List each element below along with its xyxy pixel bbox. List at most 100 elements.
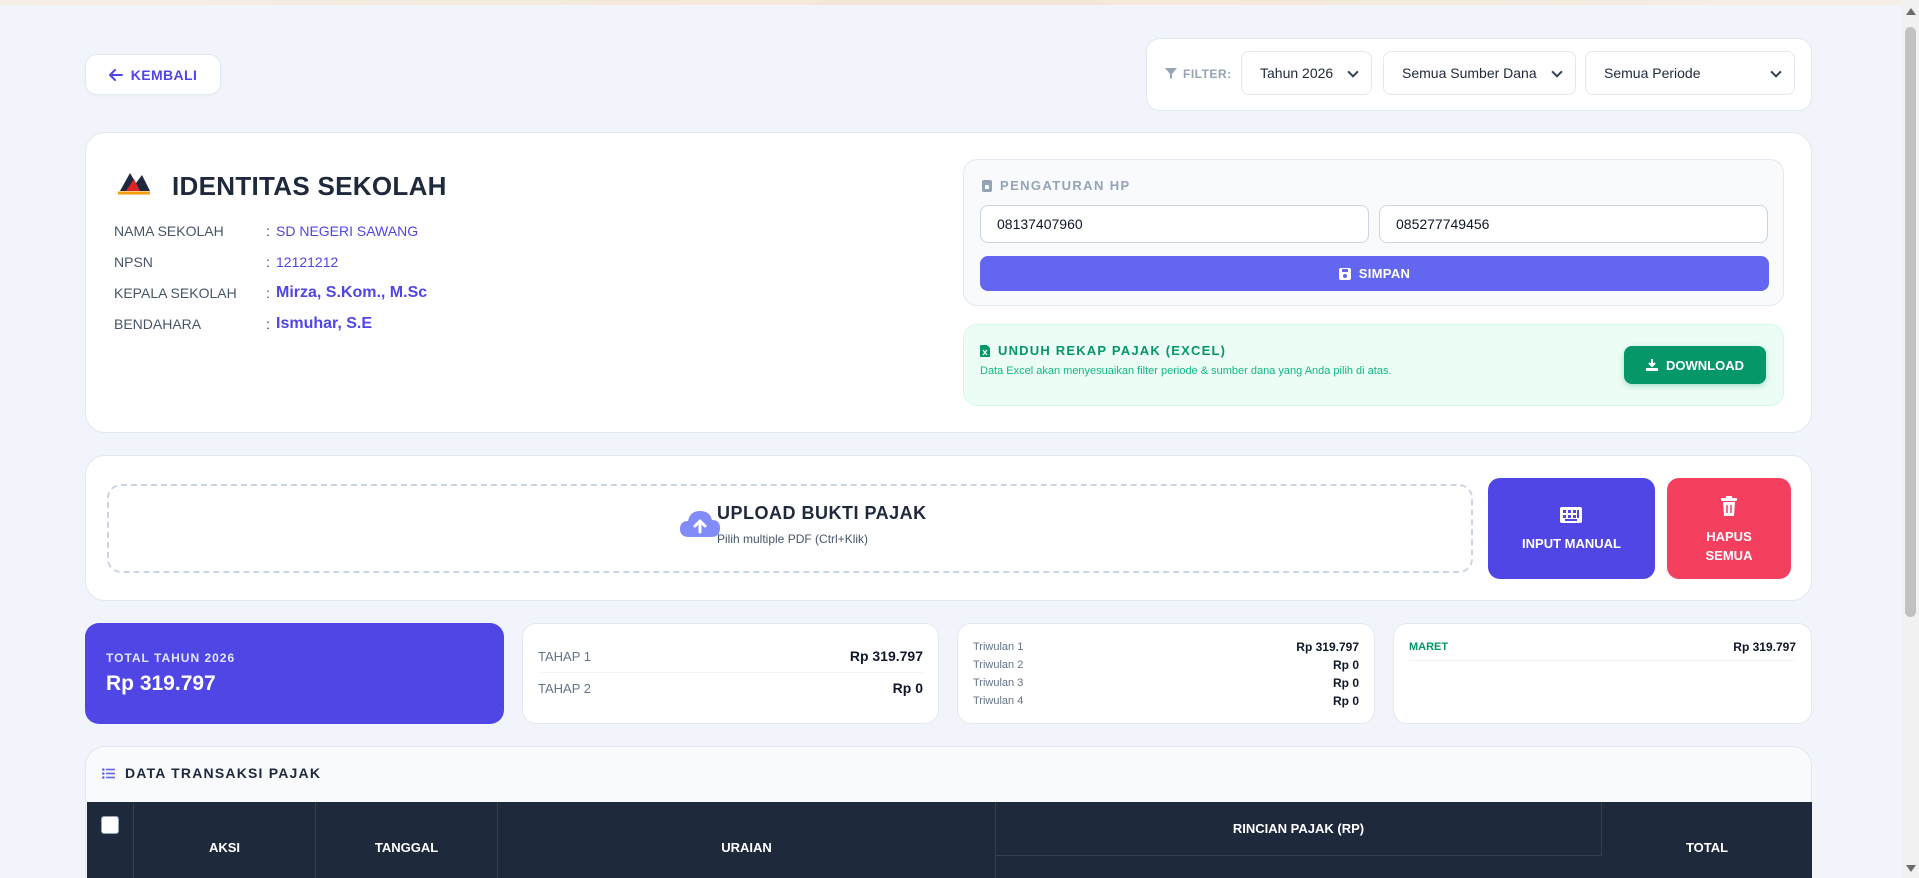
scroll-down-arrow-icon[interactable]	[1906, 865, 1916, 872]
delete-label-line-2: SEMUA	[1705, 548, 1753, 563]
upload-card: UPLOAD BUKTI PAJAK Pilih multiple PDF (C…	[85, 455, 1812, 601]
triwulan-value: Rp 0	[1332, 676, 1359, 690]
info-row-principal: KEPALA SEKOLAH : Mirza, S.Kom., M.Sc	[114, 284, 427, 301]
tahap-summary-card: TAHAP 1 Rp 319.797 TAHAP 2 Rp 0	[522, 623, 939, 724]
download-label: DOWNLOAD	[1666, 357, 1744, 373]
save-button[interactable]: SIMPAN	[980, 256, 1769, 291]
source-select[interactable]: Semua Sumber Dana	[1383, 51, 1576, 95]
identity-card: IDENTITAS SEKOLAH NAMA SEKOLAH : SD NEGE…	[85, 132, 1812, 433]
phone-input-1[interactable]	[980, 205, 1369, 243]
info-row-npsn: NPSN : 12121212	[114, 254, 338, 270]
phone-settings-title: PENGATURAN HP	[1000, 178, 1131, 193]
delete-all-button[interactable]: HAPUS SEMUA	[1667, 478, 1791, 579]
triwulan-label: Triwulan 4	[973, 695, 1024, 707]
floppy-disk-icon	[1338, 267, 1351, 280]
filter-label-wrap: FILTER:	[1165, 67, 1232, 81]
triwulan-value: Rp 0	[1332, 694, 1359, 708]
page-scrollbar[interactable]	[1902, 0, 1919, 878]
info-label: NPSN	[114, 254, 153, 270]
column-header-total: TOTAL	[1685, 839, 1729, 855]
chevron-down-icon	[1770, 66, 1782, 78]
year-select[interactable]: Tahun 2026	[1241, 51, 1372, 95]
phone-input-2[interactable]	[1379, 205, 1768, 243]
info-row-school-name: NAMA SEKOLAH : SD NEGERI SAWANG	[114, 223, 418, 239]
tahap-row: TAHAP 2 Rp 0	[538, 680, 923, 696]
top-accent-line	[0, 0, 1919, 5]
tahap-value: Rp 319.797	[849, 648, 923, 664]
source-select-value: Semua Sumber Dana	[1402, 65, 1537, 81]
info-value: 12121212	[276, 254, 339, 270]
triwulan-row: Triwulan 4 Rp 0	[973, 694, 1359, 708]
info-colon: :	[266, 316, 270, 332]
trash-icon	[1721, 496, 1737, 516]
info-value: Mirza, S.Kom., M.Sc	[276, 284, 428, 301]
tahap-row: TAHAP 1 Rp 319.797	[538, 648, 923, 664]
excel-export-panel: UNDUH REKAP PAJAK (EXCEL) Data Excel aka…	[963, 324, 1784, 406]
info-label: KEPALA SEKOLAH	[114, 285, 237, 301]
tahap-label: TAHAP 2	[538, 680, 591, 696]
info-colon: :	[266, 223, 270, 239]
identity-title: IDENTITAS SEKOLAH	[172, 171, 447, 201]
back-button[interactable]: KEMBALI	[85, 54, 221, 95]
scroll-up-arrow-icon[interactable]	[1906, 8, 1916, 15]
upload-title: UPLOAD BUKTI PAJAK	[717, 503, 927, 523]
triwulan-row: Triwulan 2 Rp 0	[973, 658, 1359, 672]
tahap-value: Rp 0	[892, 680, 923, 696]
save-label: SIMPAN	[1358, 266, 1411, 281]
total-year-label: TOTAL TAHUN 2026	[106, 651, 236, 665]
column-header-tanggal: TANGGAL	[316, 802, 498, 878]
info-value: Ismuhar, S.E	[276, 315, 373, 332]
sim-card-icon	[982, 179, 992, 192]
excel-description: Data Excel akan menyesuaikan filter peri…	[980, 365, 1392, 377]
column-header-uraian: URAIAN	[498, 802, 996, 878]
info-value: SD NEGERI SAWANG	[276, 223, 419, 239]
column-header-aksi: AKSI	[134, 802, 316, 878]
excel-title: UNDUH REKAP PAJAK (EXCEL)	[998, 343, 1227, 358]
table-title-wrap: DATA TRANSAKSI PAJAK	[102, 765, 321, 781]
download-button[interactable]: DOWNLOAD	[1624, 346, 1766, 384]
delete-all-label: HAPUS SEMUA	[1667, 527, 1791, 565]
select-all-column	[87, 802, 134, 878]
info-label: BENDAHARA	[114, 316, 202, 332]
triwulan-label: Triwulan 2	[973, 659, 1024, 671]
keyboard-icon	[1560, 507, 1582, 523]
tahap-label: TAHAP 1	[538, 648, 591, 664]
month-label: MARET	[1409, 641, 1449, 653]
year-select-value: Tahun 2026	[1260, 65, 1334, 81]
chevron-down-icon	[1551, 66, 1563, 78]
arrow-left-icon	[108, 68, 123, 81]
funnel-icon	[1165, 68, 1177, 79]
transactions-table-card: DATA TRANSAKSI PAJAK AKSI TANGGAL URAIAN…	[85, 746, 1812, 878]
triwulan-row: Triwulan 3 Rp 0	[973, 676, 1359, 690]
manual-input-button[interactable]: INPUT MANUAL	[1488, 478, 1655, 579]
total-year-card: TOTAL TAHUN 2026 Rp 319.797	[85, 623, 504, 724]
column-header-rincian: RINCIAN PAJAK (RP)	[996, 802, 1602, 856]
period-select[interactable]: Semua Periode	[1585, 51, 1795, 95]
phone-settings-panel: PENGATURAN HP SIMPAN	[963, 159, 1784, 306]
excel-title-wrap: UNDUH REKAP PAJAK (EXCEL)	[980, 343, 1226, 358]
filter-label: FILTER:	[1183, 67, 1232, 81]
monthly-summary-card: MARET Rp 319.797	[1393, 623, 1812, 724]
download-icon	[1646, 359, 1658, 371]
select-all-checkbox[interactable]	[101, 816, 119, 834]
info-label: NAMA SEKOLAH	[114, 223, 224, 239]
triwulan-row: Triwulan 1 Rp 319.797	[973, 640, 1359, 654]
divider	[538, 672, 923, 673]
excel-file-icon	[980, 344, 990, 357]
month-value: Rp 319.797	[1733, 640, 1796, 654]
delete-label-line-1: HAPUS	[1706, 529, 1752, 544]
filter-bar: FILTER: Tahun 2026 Semua Sumber Dana Sem…	[1146, 38, 1812, 111]
triwulan-summary-card: Triwulan 1 Rp 319.797 Triwulan 2 Rp 0 Tr…	[957, 623, 1375, 724]
info-colon: :	[266, 254, 270, 270]
school-logo-icon	[118, 173, 150, 195]
phone-settings-title-wrap: PENGATURAN HP	[982, 178, 1131, 193]
triwulan-label: Triwulan 1	[973, 641, 1024, 653]
pdf-dropzone[interactable]: UPLOAD BUKTI PAJAK Pilih multiple PDF (C…	[107, 484, 1473, 573]
table-header: AKSI TANGGAL URAIAN RINCIAN PAJAK (RP) T…	[87, 802, 1812, 878]
table-title: DATA TRANSAKSI PAJAK	[125, 765, 322, 781]
period-select-value: Semua Periode	[1604, 65, 1701, 81]
manual-input-label: INPUT MANUAL	[1522, 536, 1621, 551]
upload-description: Pilih multiple PDF (Ctrl+Klik)	[717, 532, 869, 546]
scrollbar-thumb[interactable]	[1905, 27, 1916, 617]
info-row-treasurer: BENDAHARA : Ismuhar, S.E	[114, 315, 372, 332]
